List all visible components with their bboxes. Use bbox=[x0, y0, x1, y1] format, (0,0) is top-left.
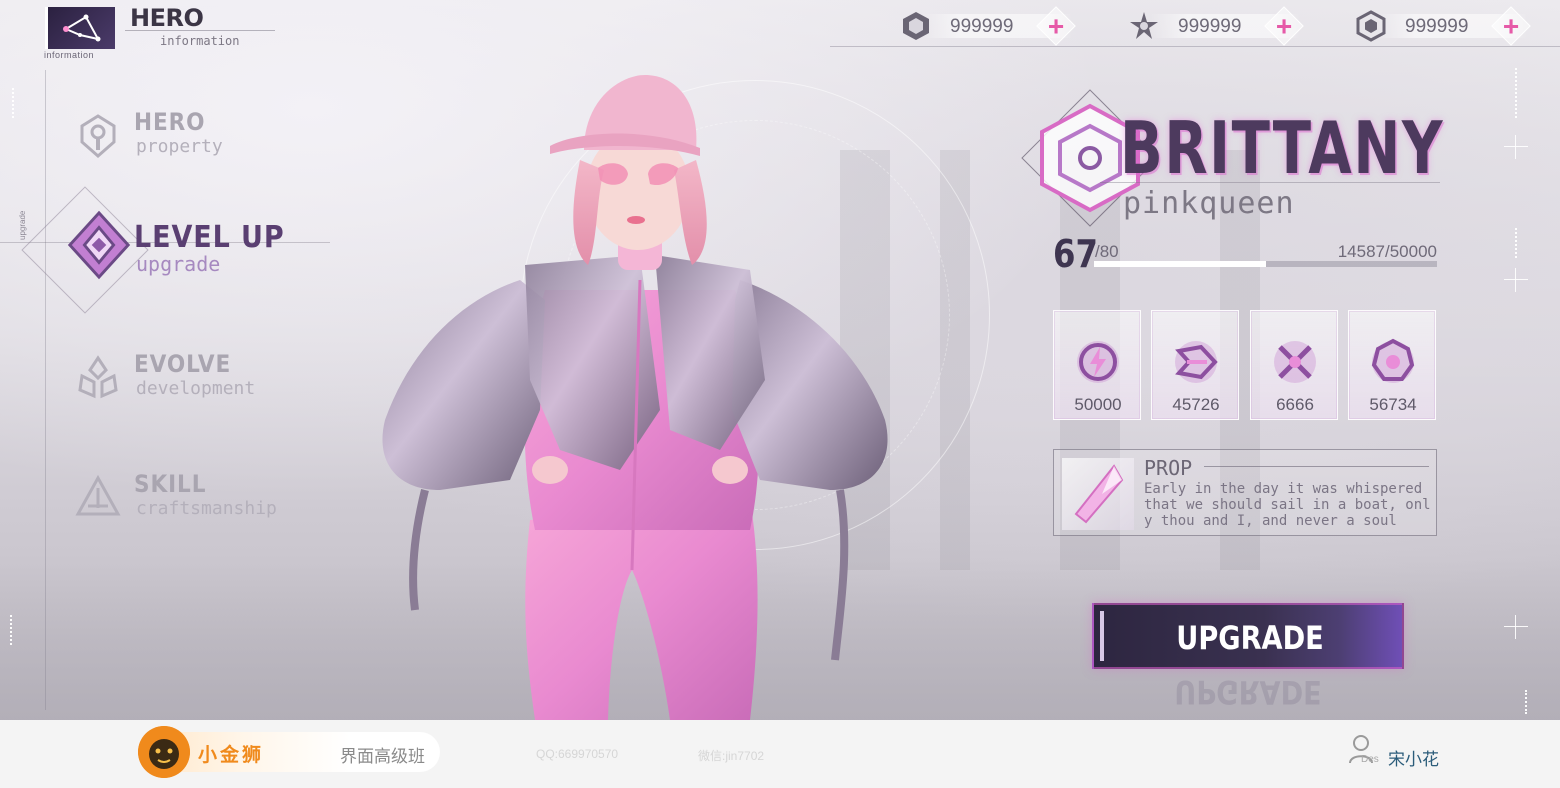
page-title: HERO bbox=[130, 4, 204, 32]
author-name: 宋小花 bbox=[1388, 750, 1439, 769]
shield-layers-icon bbox=[1175, 341, 1218, 383]
upgrade-button-label: UPGRADE bbox=[1176, 619, 1324, 657]
decor-dots bbox=[1515, 228, 1517, 258]
prop-title: PROP bbox=[1144, 456, 1193, 480]
game-scene: information HERO information upgrade HER… bbox=[0, 0, 1560, 720]
nav-item-subtitle: property bbox=[136, 136, 223, 157]
stat-card-energy[interactable]: 50000 bbox=[1053, 310, 1141, 420]
stat-value: 6666 bbox=[1276, 395, 1314, 414]
exp-progress-text: 14587/50000 bbox=[1337, 242, 1437, 261]
constellation-icon bbox=[63, 14, 101, 42]
currency-bar-rule bbox=[830, 46, 1560, 47]
course-name: 界面高级班 bbox=[340, 747, 425, 766]
page-subtitle: information bbox=[160, 34, 240, 48]
stat-card-attack[interactable]: 6666 bbox=[1250, 310, 1338, 420]
footer-bar: 小金狮 界面高级班 QQ:669970570 微信:jin7702 Des 宋小… bbox=[0, 720, 1560, 788]
prop-panel[interactable]: PROP Early in the day it was whispered t… bbox=[1053, 449, 1437, 536]
star-crystal-icon bbox=[1130, 12, 1158, 39]
stat-value: 45726 bbox=[1172, 395, 1220, 414]
name-divider bbox=[1100, 182, 1440, 183]
plus-icon: + bbox=[1275, 10, 1293, 42]
key-icon bbox=[80, 114, 116, 158]
nav-item-title: EVOLVE bbox=[134, 350, 232, 378]
nav-item-title: SKILL bbox=[134, 470, 207, 498]
nav-rail bbox=[45, 70, 46, 710]
hero-character-image bbox=[382, 75, 888, 720]
contact-wechat: 微信:jin7702 bbox=[698, 749, 765, 763]
nav-item-subtitle: craftsmanship bbox=[136, 498, 277, 519]
pink-crystal-icon bbox=[1074, 464, 1124, 524]
plus-icon: + bbox=[1502, 10, 1520, 42]
lion-logo-icon bbox=[138, 726, 190, 778]
decor-plus bbox=[1504, 615, 1528, 639]
currency-coins: 999999 + bbox=[1355, 6, 1545, 46]
decor-dots bbox=[1515, 68, 1517, 118]
decor-dots bbox=[10, 615, 12, 645]
hero-level-max: /80 bbox=[1095, 242, 1119, 261]
hero-name: BRITTANY bbox=[1120, 106, 1445, 190]
crossed-blades-icon bbox=[1274, 341, 1316, 383]
stat-value: 50000 bbox=[1074, 395, 1122, 414]
nav-item-evolve[interactable]: EVOLVE development bbox=[70, 350, 330, 410]
nav-item-skill[interactable]: SKILL craftsmanship bbox=[70, 470, 330, 530]
hex-coin-icon bbox=[1356, 10, 1386, 42]
hexagon-gem-icon bbox=[903, 12, 929, 40]
nav-item-subtitle: development bbox=[136, 378, 256, 399]
skill-icon bbox=[75, 474, 121, 516]
add-currency-button[interactable]: + bbox=[1036, 6, 1076, 46]
currency-value: 999999 bbox=[1178, 16, 1242, 37]
decor-plus bbox=[1504, 268, 1528, 292]
hero-info-logo[interactable] bbox=[45, 7, 115, 49]
stat-card-core[interactable]: 56734 bbox=[1348, 310, 1436, 420]
nav-item-level-up[interactable]: LEVEL UP upgrade bbox=[67, 210, 330, 286]
nav-side-label: upgrade bbox=[18, 210, 27, 240]
hero-level: 67 bbox=[1053, 232, 1098, 276]
currency-value: 999999 bbox=[1405, 16, 1469, 37]
upgrade-button-reflection: UPGRADE bbox=[1174, 673, 1322, 711]
decor-dots bbox=[1525, 690, 1527, 714]
diamond-icon bbox=[67, 210, 131, 280]
prop-thumbnail bbox=[1062, 458, 1134, 530]
prop-description: Early in the day it was whispered that w… bbox=[1144, 481, 1431, 529]
exp-progress-fill bbox=[1094, 261, 1266, 267]
logo-caption: information bbox=[44, 50, 95, 60]
energy-ring-icon bbox=[1077, 341, 1119, 383]
add-currency-button[interactable]: + bbox=[1491, 6, 1531, 46]
contact-qq: QQ:669970570 bbox=[536, 747, 619, 761]
upgrade-button[interactable]: UPGRADE bbox=[1092, 603, 1404, 669]
currency-crystals: 999999 + bbox=[1128, 6, 1318, 46]
nav-item-title: LEVEL UP bbox=[134, 220, 285, 255]
nav-item-subtitle: upgrade bbox=[136, 252, 221, 276]
hero-title: pinkqueen bbox=[1123, 186, 1295, 221]
author-tag: Des bbox=[1361, 754, 1379, 765]
currency-gems: 999999 + bbox=[900, 6, 1090, 46]
stat-value: 56734 bbox=[1369, 395, 1417, 414]
exp-progress-bar bbox=[1094, 261, 1437, 267]
decor-dots bbox=[12, 88, 14, 118]
title-divider bbox=[125, 30, 275, 31]
gear-core-icon bbox=[1371, 338, 1415, 383]
prop-divider bbox=[1204, 466, 1429, 467]
decor-plus bbox=[1504, 135, 1528, 159]
evolve-icon bbox=[78, 355, 118, 399]
brand-badge: 小金狮 界面高级班 bbox=[138, 726, 440, 778]
nav-item-hero[interactable]: HERO property bbox=[70, 108, 330, 168]
brand-name: 小金狮 bbox=[198, 745, 265, 766]
plus-icon: + bbox=[1047, 10, 1065, 42]
stat-card-defense[interactable]: 45726 bbox=[1151, 310, 1239, 420]
currency-value: 999999 bbox=[950, 16, 1014, 37]
add-currency-button[interactable]: + bbox=[1264, 6, 1304, 46]
nav-item-title: HERO bbox=[134, 108, 206, 136]
